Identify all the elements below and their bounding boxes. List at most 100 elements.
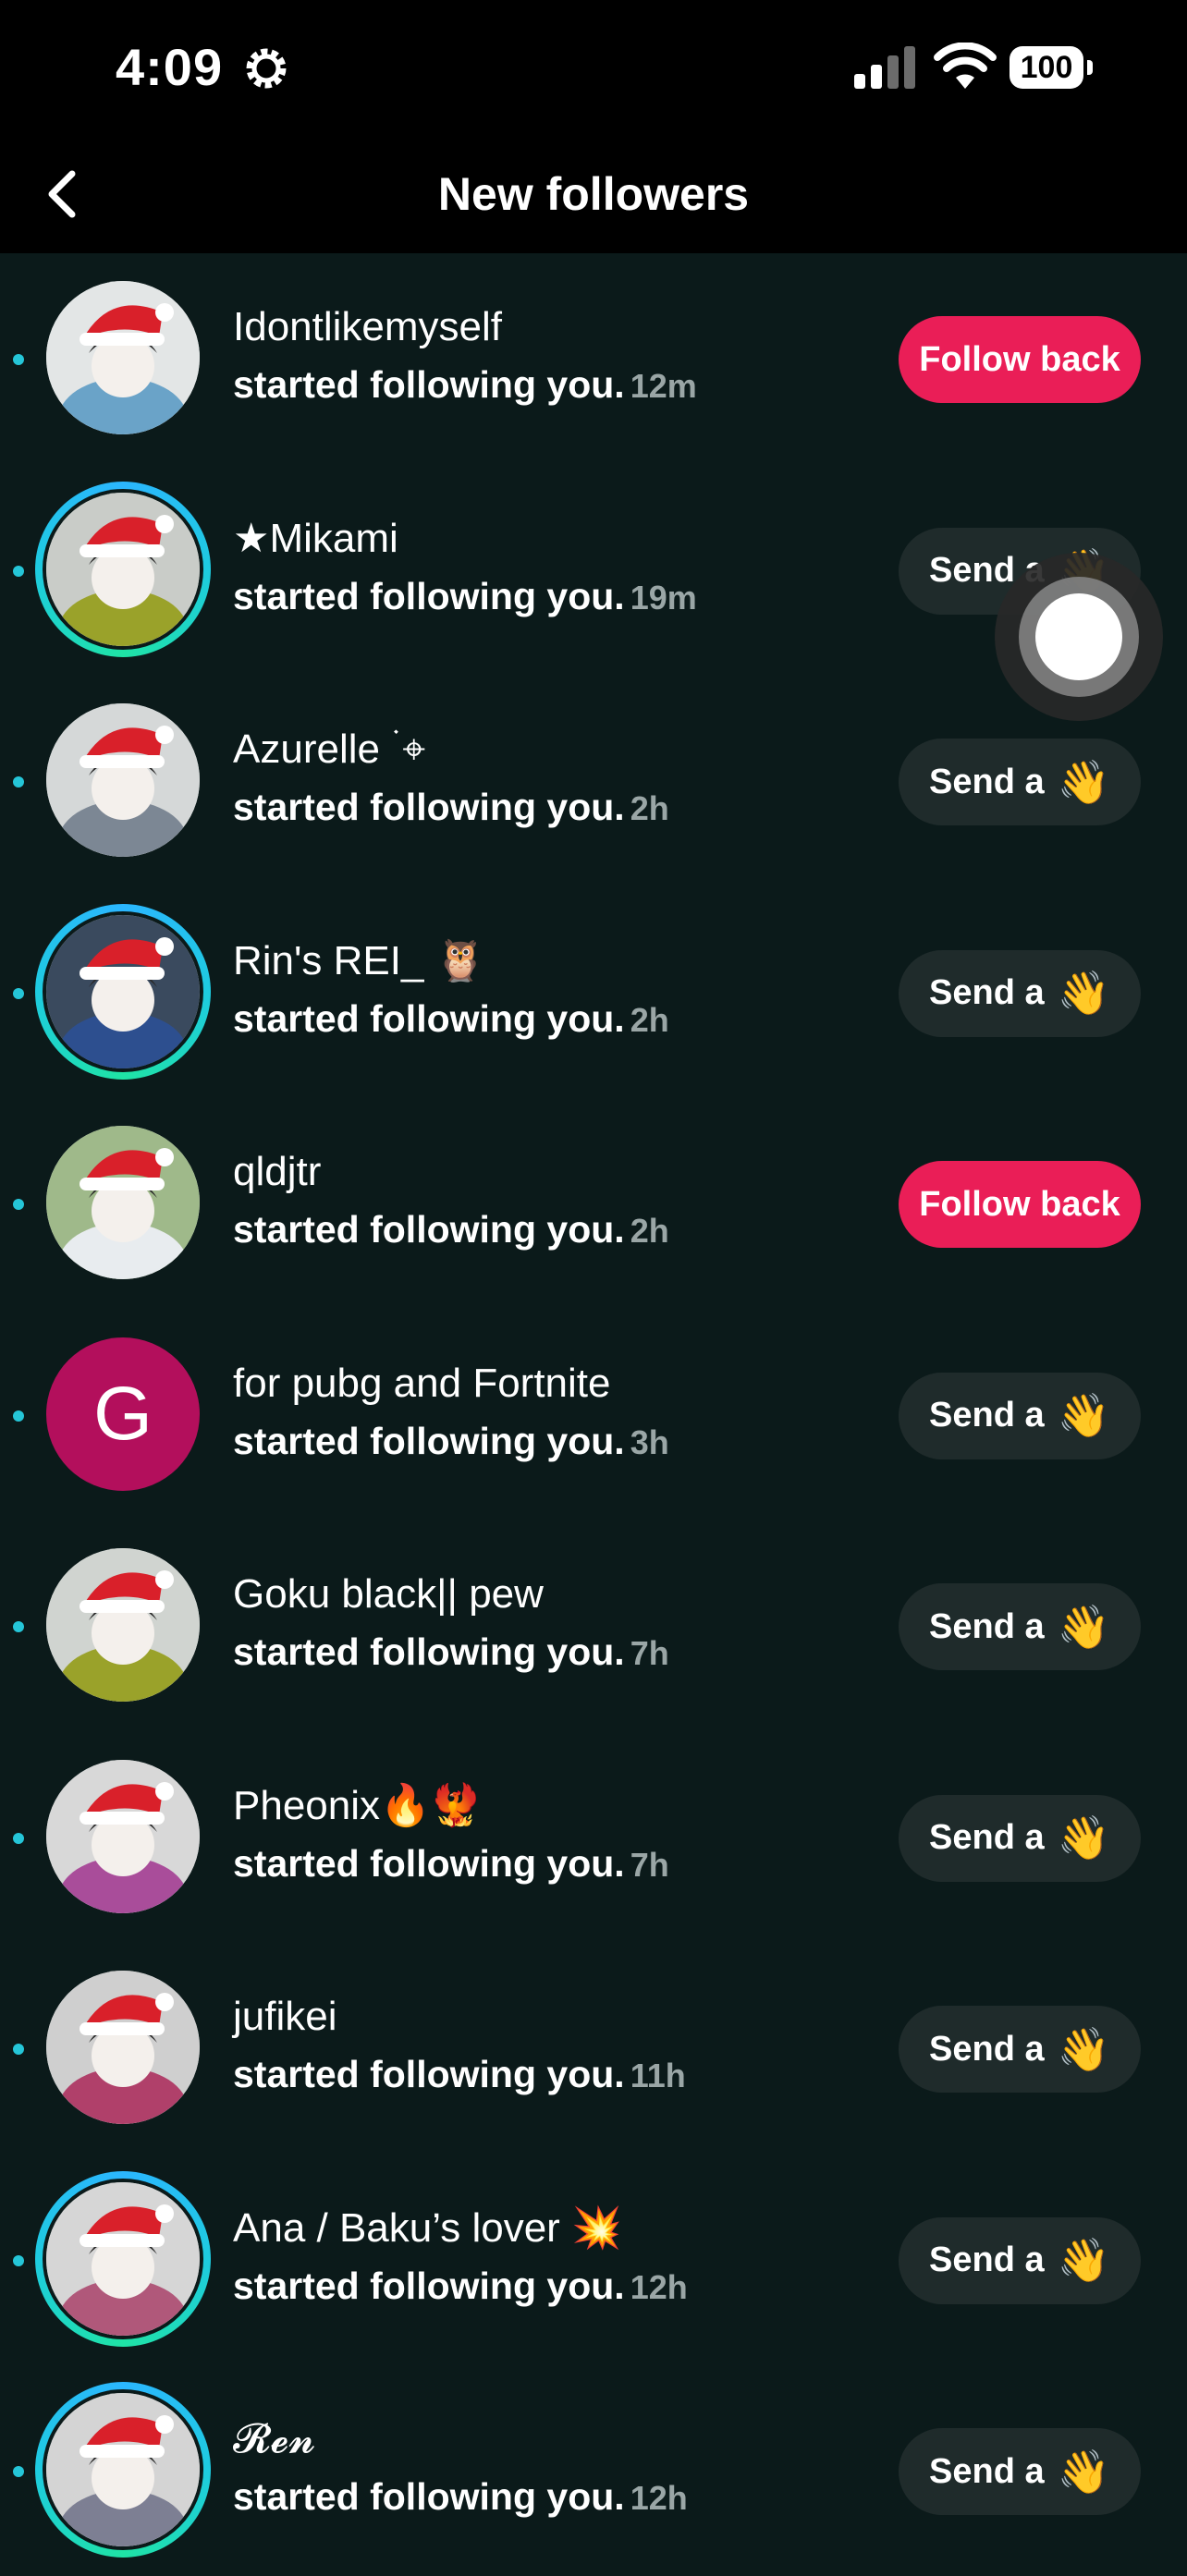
follower-name[interactable]: Pheonix🔥🐦‍🔥	[233, 1780, 482, 1832]
follow-back-button[interactable]: Follow back	[899, 1161, 1141, 1248]
time-ago: 3h	[630, 1422, 669, 1461]
wifi-icon	[934, 43, 997, 89]
avatar[interactable]	[35, 1959, 211, 2135]
follow-notice: started following you. 7h	[233, 1837, 669, 1891]
battery-icon: 100	[1010, 46, 1093, 89]
send-wave-button[interactable]: Send a 👋	[899, 949, 1141, 1037]
button-label: Send a	[929, 1396, 1045, 1435]
notice-text: started following you.	[233, 1841, 625, 1885]
button-label: Send a	[929, 2240, 1045, 2279]
avatar[interactable]	[35, 1749, 211, 1924]
assistive-touch-button[interactable]	[995, 553, 1163, 721]
follower-row[interactable]: Azurelle ࣪ ⌖ started following you. 2h Send…	[0, 676, 1187, 886]
waving-hand-icon: 👋	[1057, 757, 1110, 806]
avatar[interactable]	[35, 903, 211, 1080]
follower-name[interactable]: qldjtr	[233, 1146, 321, 1198]
send-wave-button[interactable]: Send a 👋	[899, 1583, 1141, 1670]
follower-name[interactable]: for pubg and Fortnite	[233, 1358, 610, 1410]
page-title: New followers	[437, 168, 750, 220]
follower-row[interactable]: Pheonix🔥🐦‍🔥 started following you. 7h Send …	[0, 1732, 1187, 1943]
avatar-letter: G	[46, 1337, 200, 1491]
waving-hand-icon: 👋	[1057, 2024, 1110, 2073]
notice-text: started following you.	[233, 574, 625, 617]
follow-notice: started following you. 7h	[233, 1626, 669, 1679]
follower-name[interactable]: Azurelle ࣪ ⌖	[233, 724, 425, 775]
follower-row[interactable]: qldjtr started following you. 2h Follow bac…	[0, 1098, 1187, 1309]
follower-name[interactable]: Rin's REI_ 🦉	[233, 935, 485, 987]
avatar-image	[46, 281, 200, 434]
avatar-image	[46, 1971, 200, 2124]
avatar-image	[46, 2181, 200, 2336]
time-ago: 2h	[630, 1212, 669, 1250]
send-wave-button[interactable]: Send a 👋	[899, 2428, 1141, 2515]
button-label: Send a	[929, 762, 1045, 801]
follow-notice: started following you. 12h	[233, 2260, 688, 2314]
avatar[interactable]	[35, 2382, 211, 2558]
send-wave-button[interactable]: Send a 👋	[899, 2216, 1141, 2304]
follower-name[interactable]: 𝓡𝓮𝓷	[233, 2413, 315, 2465]
send-wave-button[interactable]: Send a 👋	[899, 2006, 1141, 2093]
notice-text: started following you.	[233, 786, 625, 828]
notice-text: started following you.	[233, 363, 625, 406]
unread-dot	[13, 1199, 24, 1210]
avatar-image	[46, 1548, 200, 1702]
follow-notice: started following you. 3h	[233, 1415, 669, 1469]
follow-notice: started following you. 12h	[233, 2471, 688, 2524]
follower-name[interactable]: jufikei	[233, 1991, 337, 2043]
avatar[interactable]	[35, 2170, 211, 2347]
send-wave-button[interactable]: Send a 👋	[899, 739, 1141, 825]
send-wave-button[interactable]: Send a 👋	[899, 1372, 1141, 1459]
notice-text: started following you.	[233, 1208, 625, 1251]
notice-text: started following you.	[233, 2475, 625, 2518]
follow-notice: started following you. 19m	[233, 570, 697, 624]
unread-dot	[13, 1410, 24, 1422]
send-wave-button[interactable]: Send a 👋	[899, 1794, 1141, 1882]
time-ago: 12m	[630, 367, 697, 405]
follower-name[interactable]: ★Mikami	[233, 513, 398, 565]
follow-notice: started following you. 2h	[233, 1203, 669, 1257]
battery-level: 100	[1010, 46, 1083, 89]
time-ago: 12h	[630, 2479, 688, 2517]
gear-icon	[246, 48, 287, 89]
avatar-image	[46, 914, 200, 1068]
follower-row[interactable]: Idontlikemyself started following you. 12m…	[0, 253, 1187, 464]
follower-name[interactable]: Goku black|| pew	[233, 1569, 544, 1620]
button-label: Send a	[929, 1606, 1045, 1646]
unread-dot	[13, 2044, 24, 2055]
avatar[interactable]	[35, 692, 211, 868]
follower-name[interactable]: Ana / Baku’s lover 💥	[233, 2203, 622, 2254]
notice-text: started following you.	[233, 2053, 625, 2095]
avatar[interactable]	[35, 1537, 211, 1713]
notice-text: started following you.	[233, 1630, 625, 1673]
time-ago: 7h	[630, 1634, 669, 1672]
status-time: 4:09	[116, 38, 224, 96]
time-ago: 12h	[630, 2267, 688, 2306]
avatar[interactable]	[35, 1115, 211, 1290]
waving-hand-icon: 👋	[1057, 969, 1110, 1017]
avatar[interactable]: G	[35, 1326, 211, 1502]
avatar[interactable]	[35, 481, 211, 657]
avatar[interactable]	[35, 270, 211, 446]
follower-row[interactable]: Gfor pubg and Fortnite started following …	[0, 1310, 1187, 1520]
nav-bar: New followers	[0, 139, 1187, 253]
follower-name[interactable]: Idontlikemyself	[233, 301, 502, 353]
time-ago: 2h	[630, 1000, 669, 1039]
follower-row[interactable]: Rin's REI_ 🦉 started following you. 2h Send…	[0, 887, 1187, 1098]
unread-dot	[13, 987, 24, 999]
unread-dot	[13, 565, 24, 577]
waving-hand-icon: 👋	[1057, 1602, 1110, 1651]
follow-back-button[interactable]: Follow back	[899, 316, 1141, 403]
follower-row[interactable]: 𝓡𝓮𝓷 started following you. 12h Send a 👋	[0, 2365, 1187, 2576]
unread-dot	[13, 2466, 24, 2477]
follower-row[interactable]: jufikei started following you. 11h Send a 👋	[0, 1943, 1187, 2154]
button-label: Send a	[929, 2029, 1045, 2069]
waving-hand-icon: 👋	[1057, 1391, 1110, 1439]
unread-dot	[13, 1621, 24, 1632]
follower-row[interactable]: Goku black|| pew started following you. 7h…	[0, 1520, 1187, 1731]
button-label: Follow back	[919, 1184, 1120, 1224]
avatar-image	[46, 703, 200, 857]
button-label: Send a	[929, 2451, 1045, 2491]
unread-dot	[13, 776, 24, 787]
follow-notice: started following you. 12m	[233, 359, 697, 412]
follower-row[interactable]: Ana / Baku’s lover 💥 started following yo…	[0, 2155, 1187, 2365]
